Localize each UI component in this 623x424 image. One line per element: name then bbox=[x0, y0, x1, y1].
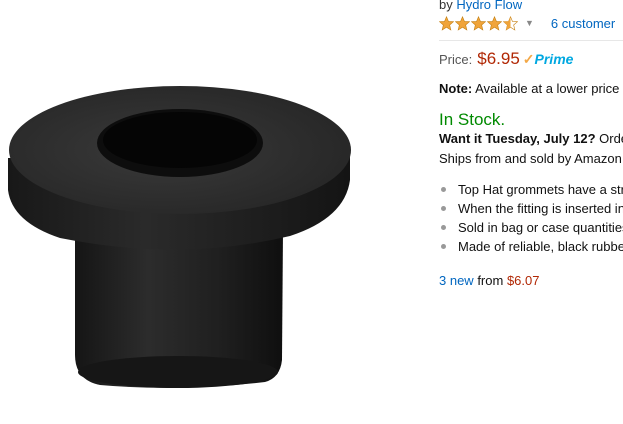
feature-bullet: Made of reliable, black rubbe bbox=[439, 237, 623, 256]
price-row: Price: $6.95 ✓ Prime bbox=[439, 49, 573, 69]
bullet-icon bbox=[441, 244, 446, 249]
offers-price: $6.07 bbox=[506, 273, 540, 288]
feature-text: Made of reliable, black rubbe bbox=[458, 239, 623, 254]
divider bbox=[439, 40, 623, 41]
feature-bullets: Top Hat grommets have a str When the fit… bbox=[439, 180, 623, 256]
feature-text: Top Hat grommets have a str bbox=[458, 182, 623, 197]
brand-link[interactable]: Hydro Flow bbox=[456, 0, 522, 12]
byline: by Hydro Flow bbox=[439, 0, 522, 12]
feature-text: Sold in bag or case quantities bbox=[458, 220, 623, 235]
delivery-estimate: Want it Tuesday, July 12? Orde bbox=[439, 131, 623, 146]
delivery-date: Want it Tuesday, July 12? bbox=[439, 131, 596, 146]
bullet-icon bbox=[441, 225, 446, 230]
rating-row: ▼ 6 customer bbox=[439, 14, 615, 32]
star-rating[interactable] bbox=[439, 15, 519, 31]
bullet-icon bbox=[441, 187, 446, 192]
feature-bullet: Top Hat grommets have a str bbox=[439, 180, 623, 199]
star-full-icon bbox=[487, 15, 502, 31]
price-note: Note: Available at a lower price bbox=[439, 81, 619, 96]
prime-check-icon: ✓ bbox=[522, 50, 535, 67]
price-label: Price: bbox=[439, 51, 473, 67]
ships-from: Ships from and sold by Amazon bbox=[439, 151, 622, 166]
bullet-icon bbox=[441, 206, 446, 211]
offers-row: 3 new from $6.07 bbox=[439, 273, 539, 288]
star-full-icon bbox=[439, 15, 454, 31]
prime-badge[interactable]: Prime bbox=[535, 51, 574, 67]
grommet-image bbox=[8, 86, 351, 388]
star-full-icon bbox=[471, 15, 486, 31]
new-offers-link[interactable]: 3 new bbox=[439, 273, 474, 288]
delivery-text: Orde bbox=[599, 131, 623, 146]
offers-from: from bbox=[473, 273, 507, 288]
note-label: Note: bbox=[439, 81, 473, 96]
feature-text: When the fitting is inserted in bbox=[458, 201, 623, 216]
feature-bullet: Sold in bag or case quantities bbox=[439, 218, 623, 237]
price-value: $6.95 bbox=[477, 49, 520, 68]
product-details-panel: by Hydro Flow ▼ 6 customer Price: $6.95 … bbox=[439, 0, 623, 419]
reviews-link[interactable]: 6 customer bbox=[551, 16, 615, 31]
note-text: Available at a lower price bbox=[472, 81, 620, 96]
star-half-icon bbox=[503, 15, 518, 31]
stock-status: In Stock. bbox=[439, 110, 506, 129]
byline-prefix: by bbox=[439, 0, 457, 12]
feature-bullet: When the fitting is inserted in bbox=[439, 199, 623, 218]
chevron-down-icon[interactable]: ▼ bbox=[525, 18, 534, 28]
star-full-icon bbox=[455, 15, 470, 31]
product-image[interactable] bbox=[0, 0, 420, 419]
